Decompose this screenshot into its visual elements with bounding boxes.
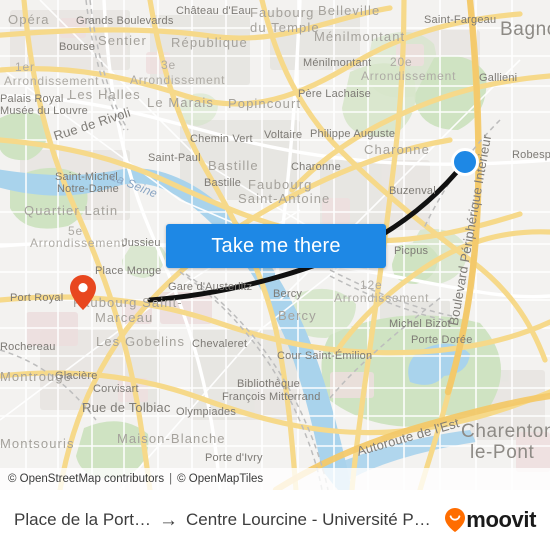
attribution-osm[interactable]: © OpenStreetMap contributors	[8, 473, 164, 485]
map-canvas[interactable]: Grands Boulevards Château d'Eau Faubourg du…	[0, 0, 550, 490]
route-summary: Place de la Port… → Centre Lourcine - Un…	[14, 510, 439, 530]
moovit-wordmark: moovit	[466, 507, 536, 532]
moovit-pin-icon	[445, 508, 466, 532]
attribution-separator: |	[169, 473, 173, 485]
moovit-logo[interactable]: moovit	[445, 507, 536, 533]
footer-bar: Place de la Port… → Centre Lourcine - Un…	[0, 490, 550, 550]
take-me-there-button[interactable]: Take me there	[166, 224, 386, 268]
destination-marker-dot[interactable]	[451, 148, 479, 176]
destination-station-label: Centre Lourcine - Université Par…	[186, 510, 440, 529]
origin-marker-pin[interactable]	[70, 275, 96, 310]
origin-station-label: Place de la Port…	[14, 510, 152, 529]
attribution-maptiles[interactable]: © OpenMapTiles	[177, 473, 263, 485]
arrow-right-icon: →	[159, 509, 179, 531]
map-attribution: © OpenStreetMap contributors | © OpenMap…	[0, 468, 550, 490]
moovit-map-screenshot: Grands Boulevards Château d'Eau Faubourg du…	[0, 0, 550, 550]
